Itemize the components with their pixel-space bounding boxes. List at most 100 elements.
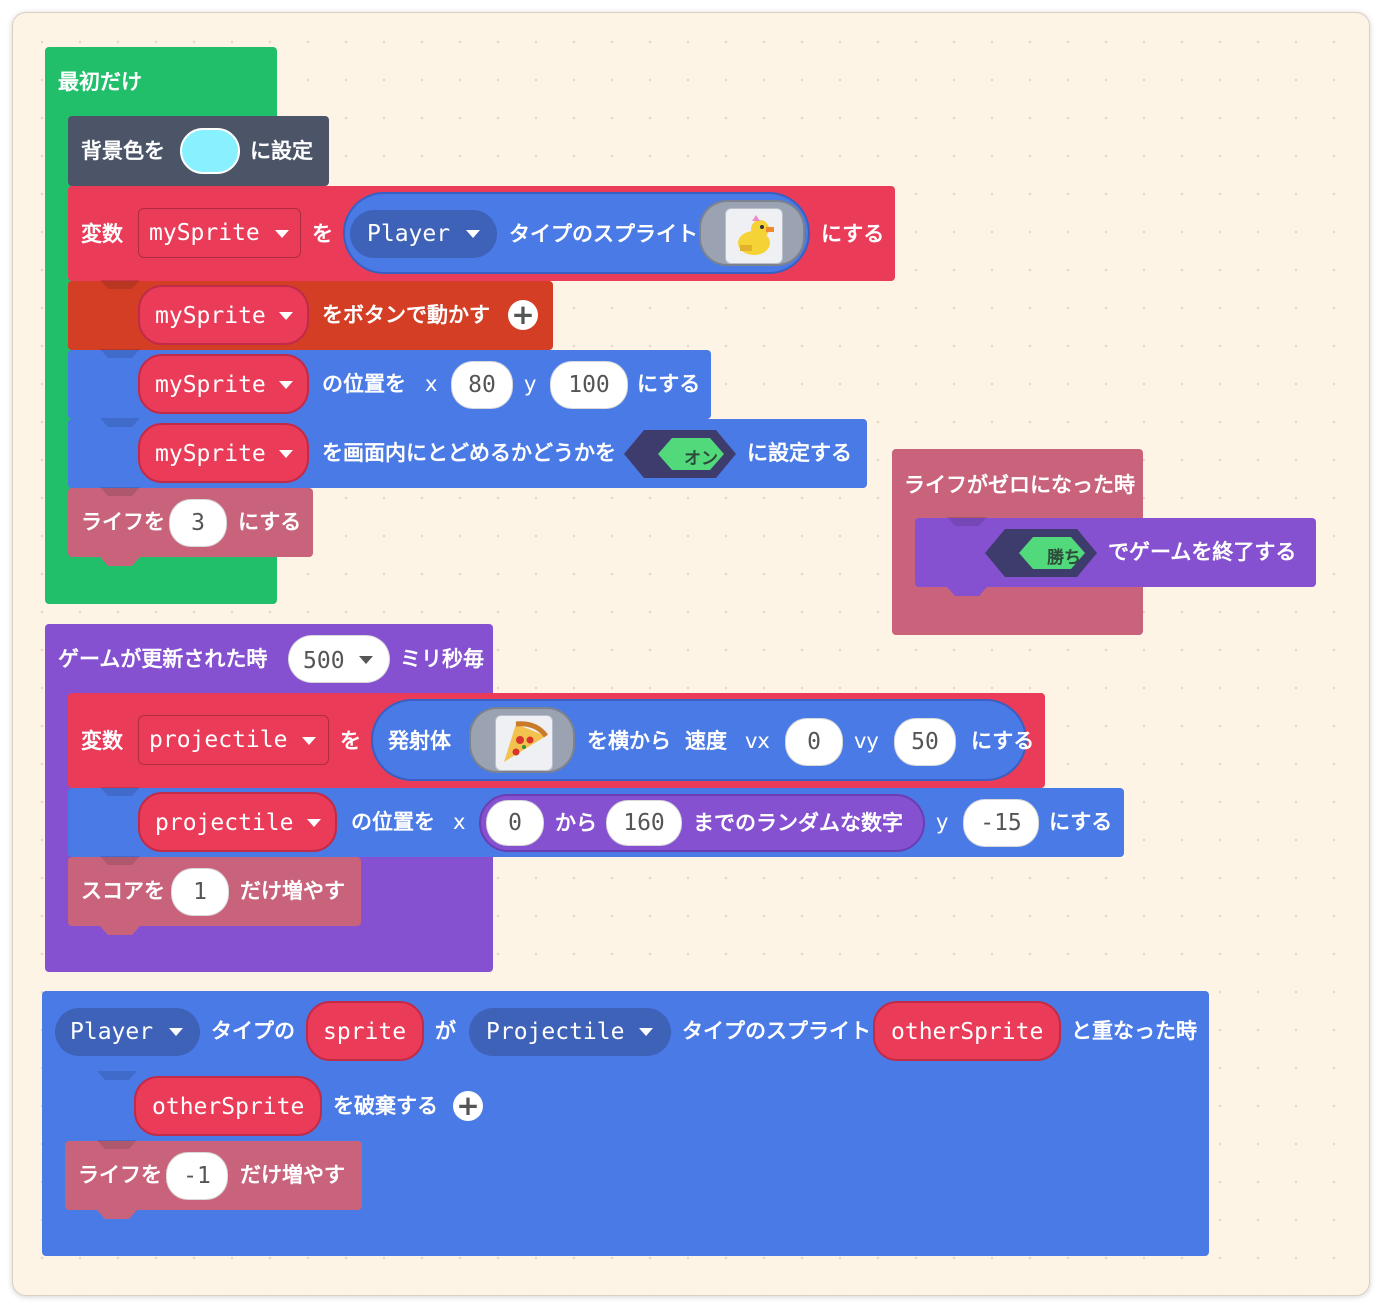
move-sprite-dropdown[interactable]: mySprite bbox=[138, 285, 309, 345]
projectile-position-dropdown[interactable]: projectile bbox=[138, 792, 337, 852]
projectile-x-label: x bbox=[453, 810, 466, 834]
overlap-kind2-suffix: タイプのスプライト bbox=[682, 1019, 871, 1043]
sprite-kind-dropdown[interactable]: Player bbox=[350, 210, 497, 258]
plus-icon[interactable]: + bbox=[508, 300, 538, 330]
vx-input[interactable]: 0 bbox=[785, 718, 843, 766]
change-life-value-input[interactable]: -1 bbox=[166, 1152, 228, 1200]
destroy-sprite-name: otherSprite bbox=[152, 1094, 305, 1120]
overlap-var1-name: sprite bbox=[323, 1019, 407, 1045]
random-from-input[interactable]: 0 bbox=[486, 800, 544, 846]
set-position-block[interactable]: mySprite の位置を x 80 y 100 にする bbox=[68, 350, 711, 419]
random-suffix: までのランダムな数字 bbox=[693, 811, 903, 835]
on-off-toggle[interactable]: オン bbox=[624, 430, 736, 478]
sprite-create-reporter[interactable]: Player タイプのスプライト bbox=[343, 192, 810, 274]
toggle-label: オン bbox=[684, 449, 718, 469]
vy-label: vy bbox=[854, 729, 879, 753]
x-value-input[interactable]: 80 bbox=[451, 361, 513, 409]
change-life-suffix: だけ増やす bbox=[240, 1163, 345, 1187]
overlap-kind2-dropdown[interactable]: Projectile bbox=[469, 1008, 671, 1056]
overlap-var1[interactable]: sprite bbox=[306, 1001, 424, 1061]
projectile-position-name: projectile bbox=[155, 810, 294, 836]
projectile-y-label: y bbox=[936, 810, 949, 834]
game-over-text: でゲームを終了する bbox=[1108, 540, 1297, 564]
interval-dropdown[interactable]: 500 bbox=[288, 635, 390, 683]
life-value-input[interactable]: 3 bbox=[169, 499, 227, 547]
random-number-reporter[interactable]: 0 から 160 までのランダムな数字 bbox=[479, 794, 925, 852]
change-life-prefix: ライフを bbox=[78, 1163, 162, 1187]
speed-text: 速度 bbox=[685, 729, 727, 753]
win-lose-toggle[interactable]: 勝ち bbox=[985, 529, 1097, 577]
chevron-down-icon bbox=[302, 737, 316, 745]
set-position-suffix: にする bbox=[637, 372, 701, 396]
overlap-kind2-value: Projectile bbox=[486, 1019, 625, 1045]
projectile-inner-label: 発射体 bbox=[388, 729, 451, 753]
sprite-variable-dropdown[interactable]: mySprite bbox=[138, 208, 301, 258]
chevron-down-icon bbox=[275, 230, 289, 238]
plus-icon[interactable]: + bbox=[453, 1091, 483, 1121]
score-value-input[interactable]: 1 bbox=[171, 868, 229, 916]
create-sprite-suffix: にする bbox=[821, 222, 885, 246]
destroy-text: を破棄する bbox=[333, 1094, 438, 1118]
projectile-y-input[interactable]: -15 bbox=[963, 799, 1039, 847]
stay-in-screen-block[interactable]: mySprite を画面内にとどめるかどうかを オン に設定する bbox=[68, 419, 867, 488]
overlap-ga: が bbox=[435, 1019, 456, 1043]
vy-input[interactable]: 50 bbox=[894, 718, 956, 766]
x-label: x bbox=[425, 372, 438, 396]
projectile-image-picker[interactable] bbox=[469, 707, 575, 773]
destroy-sprite-block[interactable]: otherSprite を破棄する + bbox=[65, 1072, 498, 1141]
position-sprite-dropdown[interactable]: mySprite bbox=[138, 354, 309, 414]
vx-label: vx bbox=[745, 729, 770, 753]
move-with-buttons-text: をボタンで動かす bbox=[322, 303, 490, 327]
game-over-block[interactable]: 勝ち でゲームを終了する bbox=[915, 518, 1316, 587]
chevron-down-icon bbox=[169, 1028, 183, 1036]
overlap-kind1-value: Player bbox=[70, 1019, 154, 1045]
overlap-var2[interactable]: otherSprite bbox=[873, 1001, 1061, 1061]
chevron-down-icon bbox=[279, 450, 293, 458]
stay-in-screen-suffix: に設定する bbox=[747, 441, 852, 465]
move-with-buttons-block[interactable]: mySprite をボタンで動かす + bbox=[68, 281, 553, 350]
on-update-prefix: ゲームが更新された時 bbox=[58, 647, 268, 671]
create-sprite-block[interactable]: 変数 mySprite を Player タイプのスプライト にする bbox=[68, 186, 895, 281]
color-swatch[interactable] bbox=[180, 128, 240, 174]
stay-sprite-dropdown[interactable]: mySprite bbox=[138, 423, 309, 483]
from-side-text: を横から bbox=[587, 729, 671, 753]
chevron-down-icon bbox=[279, 381, 293, 389]
duck-sprite-icon bbox=[725, 208, 783, 264]
create-projectile-block[interactable]: 変数 projectile を 発射体 を横から 速度 vx 0 vy 50 に… bbox=[68, 693, 1045, 788]
on-update-suffix: ミリ秒毎 bbox=[400, 647, 484, 671]
projectile-variable-dropdown[interactable]: projectile bbox=[138, 715, 329, 765]
set-bg-suffix: に設定 bbox=[250, 139, 313, 163]
chevron-down-icon bbox=[307, 819, 321, 827]
projectile-position-block[interactable]: projectile の位置を x 0 から 160 までのランダムな数字 y … bbox=[68, 788, 1124, 857]
sprite-kind-value: Player bbox=[367, 221, 451, 247]
on-start-label: 最初だけ bbox=[58, 70, 142, 94]
position-sprite-name: mySprite bbox=[155, 372, 266, 398]
projectile-position-suffix: にする bbox=[1049, 810, 1113, 834]
overlap-var2-name: otherSprite bbox=[891, 1019, 1044, 1045]
sprite-kind-suffix: タイプのスプライト bbox=[509, 222, 698, 246]
change-life-block[interactable]: ライフを -1 だけ増やす bbox=[65, 1141, 362, 1210]
projectile-reporter[interactable]: 発射体 を横から 速度 vx 0 vy 50 bbox=[371, 699, 1027, 781]
destroy-sprite-var[interactable]: otherSprite bbox=[134, 1076, 322, 1136]
projectile-var-label: 変数 bbox=[81, 729, 123, 753]
overlap-kind1-suffix: タイプの bbox=[211, 1019, 295, 1043]
life-zero-label: ライフがゼロになった時 bbox=[904, 473, 1135, 497]
sprite-variable-name: mySprite bbox=[149, 220, 260, 246]
projectile-position-text: の位置を bbox=[351, 810, 435, 834]
overlap-kind1-dropdown[interactable]: Player bbox=[55, 1008, 200, 1056]
change-score-block[interactable]: スコアを 1 だけ増やす bbox=[68, 857, 361, 926]
sprite-image-picker[interactable] bbox=[699, 200, 805, 266]
set-position-text: の位置を bbox=[322, 372, 406, 396]
overlap-suffix: と重なった時 bbox=[1071, 1019, 1197, 1043]
set-life-prefix: ライフを bbox=[81, 510, 165, 534]
random-to-input[interactable]: 160 bbox=[606, 800, 682, 846]
create-sprite-var-label: 変数 bbox=[81, 222, 123, 246]
random-kara: から bbox=[555, 811, 597, 835]
stay-sprite-name: mySprite bbox=[155, 441, 266, 467]
change-score-suffix: だけ増やす bbox=[240, 879, 345, 903]
y-value-input[interactable]: 100 bbox=[550, 361, 628, 409]
set-life-block[interactable]: ライフを 3 にする bbox=[68, 488, 313, 557]
stay-in-screen-text: を画面内にとどめるかどうかを bbox=[322, 441, 616, 465]
set-background-color-block[interactable]: 背景色を に設定 bbox=[68, 116, 329, 186]
interval-value: 500 bbox=[303, 648, 345, 674]
